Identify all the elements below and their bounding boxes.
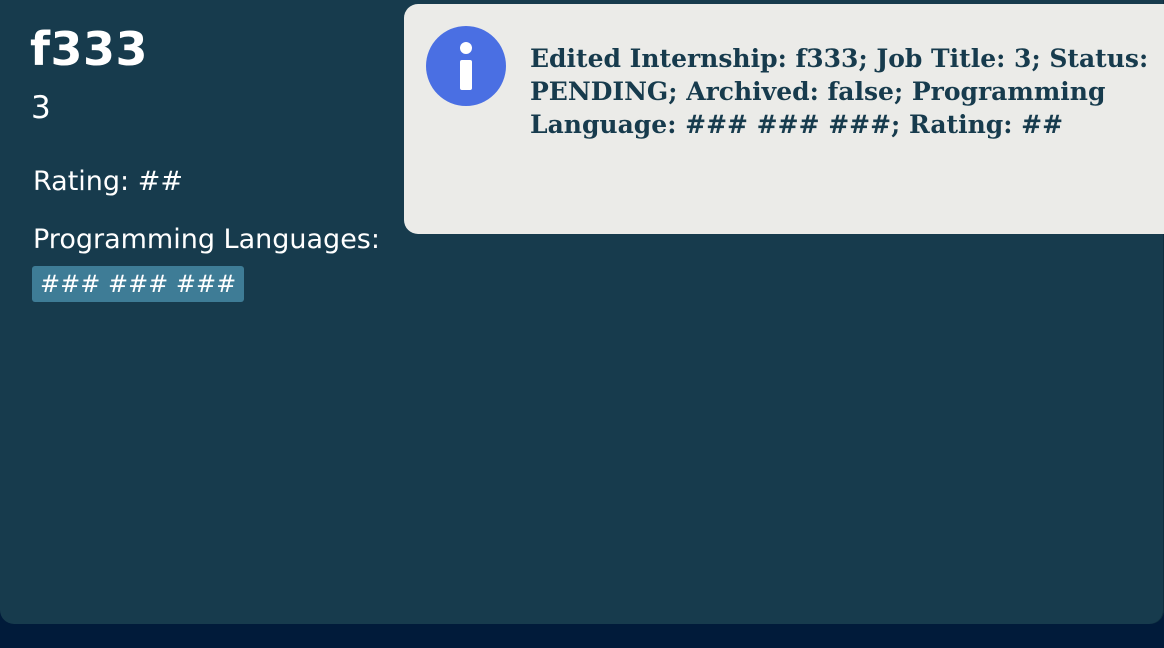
notification-toast[interactable]: Edited Internship: f333; Job Title: 3; S… [404, 4, 1164, 234]
programming-languages-label: Programming Languages: [33, 224, 380, 255]
company-name: f333 [30, 22, 149, 76]
info-icon [426, 26, 506, 106]
rating-text: Rating: ## [33, 166, 183, 197]
language-tag: ### ### ### [32, 266, 245, 302]
toast-message: Edited Internship: f333; Job Title: 3; S… [530, 44, 1149, 139]
job-title: 3 [31, 90, 51, 126]
